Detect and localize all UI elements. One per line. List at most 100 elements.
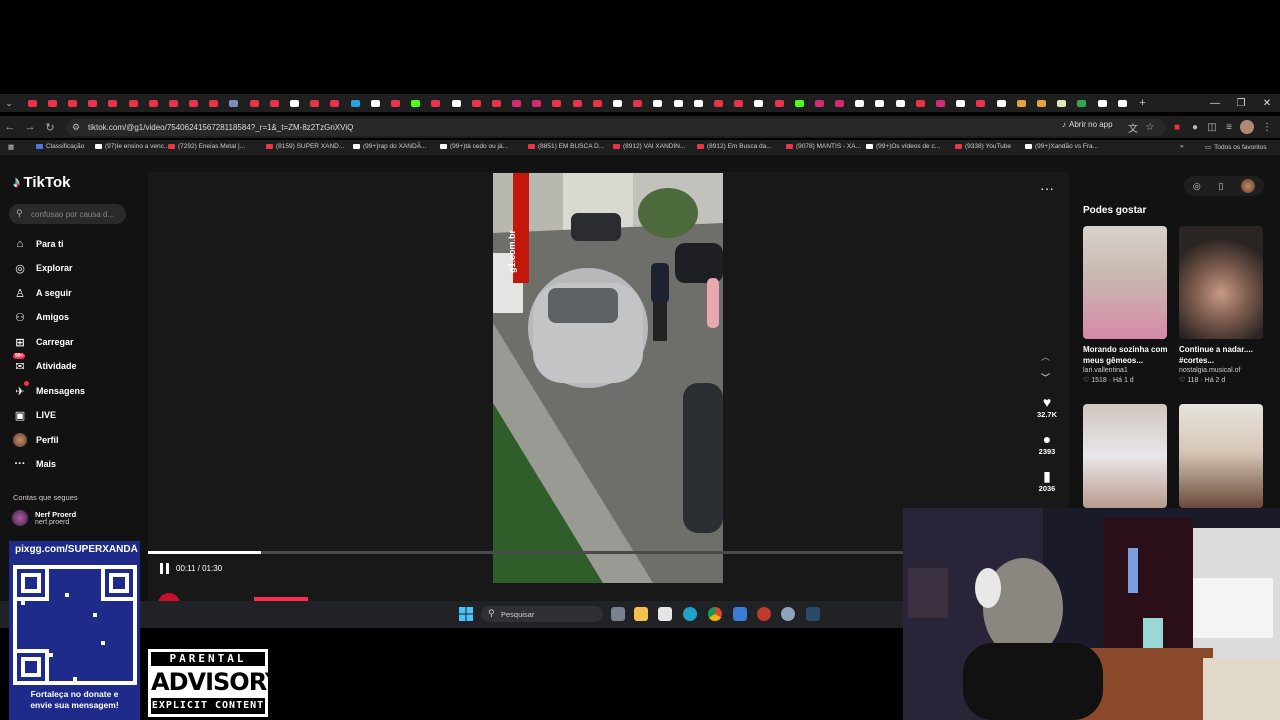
browser-tab[interactable] [163, 94, 183, 112]
forward-icon[interactable]: → [20, 116, 40, 138]
browser-tab[interactable] [628, 94, 648, 112]
sidebar-item-friends[interactable]: ⚇ Amigos [13, 310, 69, 324]
comment-action[interactable]: ● 2393 [1032, 431, 1062, 456]
browser-tab[interactable] [284, 94, 304, 112]
browser-tab[interactable] [1112, 94, 1132, 112]
chevron-down-icon[interactable]: ﹀ [1041, 371, 1050, 384]
bookmark-item[interactable]: (99+)Xandão vs Fra... [1025, 143, 1098, 150]
browser-tab[interactable] [406, 94, 426, 112]
extension-icon[interactable]: ■ [1170, 120, 1184, 134]
browser-tab[interactable] [385, 94, 405, 112]
browser-tab[interactable] [1031, 94, 1051, 112]
bookmark-item[interactable]: (8912) Em Busca da... [697, 143, 772, 150]
browser-tab[interactable] [224, 94, 244, 112]
star-icon[interactable]: ☆ [1143, 120, 1157, 134]
video-frame[interactable]: g1.com.br [493, 173, 723, 583]
app-icon[interactable] [757, 607, 771, 621]
browser-tab[interactable] [62, 94, 82, 112]
new-tab-icon[interactable]: + [1132, 94, 1152, 112]
bookmark-item[interactable]: (7292) Eneias Metal |... [168, 143, 245, 150]
bookmark-item[interactable]: (99+)tá cedo ou já... [440, 143, 508, 150]
chrome-icon[interactable] [708, 607, 722, 621]
sidebar-item-live[interactable]: ▣ LIVE [13, 408, 56, 422]
restore-icon[interactable]: ❐ [1228, 94, 1254, 112]
following-item[interactable]: Nerf Proerd nerf.proerd [12, 510, 76, 526]
browser-tab[interactable] [789, 94, 809, 112]
site-info-icon[interactable]: ⚙ [72, 122, 80, 133]
browser-tab[interactable] [1052, 94, 1072, 112]
bookmark-item[interactable]: (8912) VAI XANDIN... [613, 143, 685, 150]
sidebar-item-more[interactable]: ··· Mais [13, 457, 57, 471]
suggestion-card[interactable]: Morando sozinha com meus gêmeos... lari.… [1083, 226, 1167, 384]
browser-tab[interactable] [930, 94, 950, 112]
browser-tab[interactable] [567, 94, 587, 112]
address-bar[interactable]: ⚙ tiktok.com/@g1/video/75406241567281185… [66, 119, 1166, 136]
back-icon[interactable]: ← [0, 116, 20, 138]
browser-tab[interactable] [486, 94, 506, 112]
browser-tab[interactable] [42, 94, 62, 112]
media-icon[interactable]: ≡ [1222, 120, 1236, 134]
browser-tab[interactable] [123, 94, 143, 112]
bookmark-action[interactable]: ▮ 2036 [1032, 468, 1062, 493]
profile-avatar[interactable] [1240, 120, 1254, 134]
browser-tab[interactable] [850, 94, 870, 112]
sidebar-item-messages[interactable]: ✈ Mensagens [13, 381, 85, 398]
bookmark-item[interactable]: (9078) MANTIS - XA... [786, 143, 861, 150]
sidebar-item-home[interactable]: ⌂ Para ti [13, 237, 64, 251]
browser-tab[interactable] [103, 94, 123, 112]
task-view-icon[interactable] [611, 607, 625, 621]
browser-tab[interactable] [1011, 94, 1031, 112]
browser-tab[interactable] [830, 94, 850, 112]
browser-tab[interactable] [951, 94, 971, 112]
sidebar-item-following[interactable]: ♙ A seguir [13, 286, 72, 300]
steam-icon[interactable] [806, 607, 820, 621]
browser-tab[interactable] [688, 94, 708, 112]
browser-tab[interactable] [446, 94, 466, 112]
open-in-app-button[interactable]: ♪ Abrir no app [1062, 120, 1113, 129]
bookmark-item[interactable]: (9338) YouTube [955, 143, 1011, 150]
bookmark-item[interactable]: (97)Ie ensino a venc... [95, 143, 169, 150]
browser-tab[interactable] [143, 94, 163, 112]
browser-tab[interactable] [890, 94, 910, 112]
browser-tab[interactable] [305, 94, 325, 112]
coins-icon[interactable]: ◎ [1193, 181, 1201, 192]
tab-search-button[interactable]: ⌄ [0, 94, 18, 112]
tiktok-logo[interactable]: ♪ TikTok [13, 174, 70, 191]
avatar[interactable] [1241, 179, 1256, 193]
minimize-icon[interactable]: — [1202, 94, 1228, 112]
browser-tab[interactable] [325, 94, 345, 112]
windows-start-icon[interactable] [459, 607, 473, 621]
store-icon[interactable] [658, 607, 672, 621]
pause-icon[interactable] [160, 563, 170, 574]
apps-grid-icon[interactable]: ▦ [8, 143, 14, 151]
bookmark-item[interactable]: Classificação [36, 143, 84, 150]
suggestion-card[interactable]: Continue a nadar.... #cortes... nostalgi… [1179, 226, 1263, 384]
sidebar-item-activity[interactable]: ✉ 99+ Atividade [13, 353, 77, 373]
chevron-up-icon[interactable]: ︿ [1041, 350, 1050, 363]
browser-tab[interactable] [547, 94, 567, 112]
bookmark-item[interactable]: (8851) EM BUSCA D... [528, 143, 604, 150]
browser-tab[interactable] [749, 94, 769, 112]
reload-icon[interactable]: ↻ [40, 116, 60, 138]
more-options-icon[interactable]: ··· [1040, 180, 1054, 196]
browser-tab[interactable] [870, 94, 890, 112]
browser-tab[interactable] [769, 94, 789, 112]
taskbar-search-input[interactable]: ⚲ Pesquisar [481, 606, 603, 622]
browser-tab[interactable] [244, 94, 264, 112]
browser-tab[interactable] [22, 94, 42, 112]
file-explorer-icon[interactable] [634, 607, 648, 621]
sidebar-item-compass[interactable]: ◎ Explorar [13, 261, 72, 275]
search-input[interactable]: ⚲ confusao por causa d... [9, 204, 126, 224]
extension-icon[interactable]: ● [1188, 120, 1202, 134]
browser-tab[interactable] [587, 94, 607, 112]
browser-tab[interactable] [607, 94, 627, 112]
browser-tab[interactable] [184, 94, 204, 112]
browser-tab[interactable] [1072, 94, 1092, 112]
browser-tab[interactable] [507, 94, 527, 112]
browser-tab[interactable] [971, 94, 991, 112]
suggestion-card[interactable] [1083, 404, 1167, 508]
translate-icon[interactable]: 文 [1126, 120, 1140, 135]
browser-tab[interactable] [708, 94, 728, 112]
browser-tab[interactable] [809, 94, 829, 112]
device-icon[interactable]: ▯ [1218, 181, 1223, 192]
